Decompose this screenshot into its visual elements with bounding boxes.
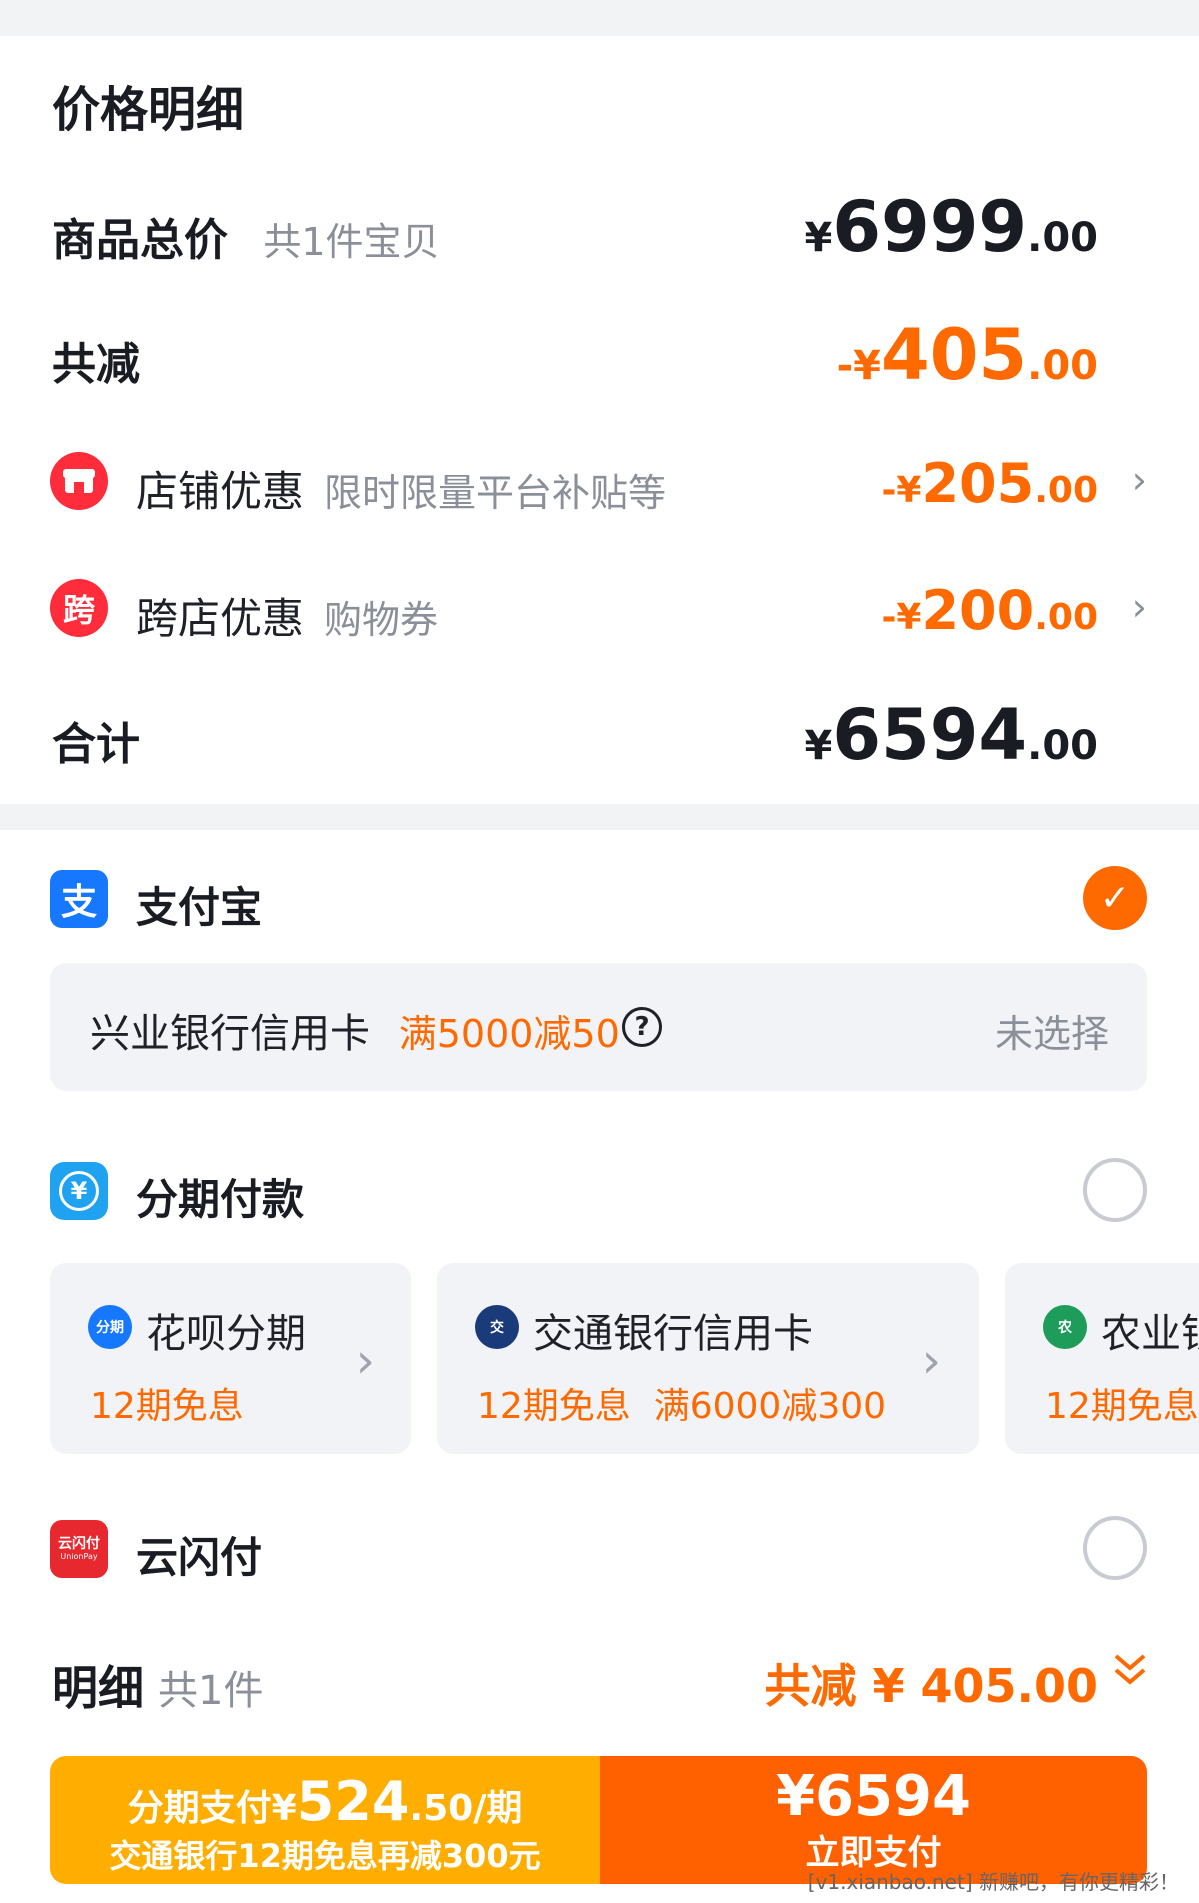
currency-symbol: ¥: [804, 215, 833, 261]
detail-toggle[interactable]: 明细 共1件: [52, 1652, 263, 1718]
unionpay-icon-text: 云闪付: [58, 1536, 100, 1552]
yen-circle-icon: ¥: [59, 1171, 99, 1211]
bank-card-selector[interactable]: 兴业银行信用卡 满5000减50 ? 未选择: [50, 963, 1147, 1091]
unionpay-icon-sub: UnionPay: [60, 1552, 98, 1561]
chevron-right-icon: ›: [1131, 458, 1147, 502]
installment-pay-amount: 分期支付¥524.50/期: [50, 1770, 600, 1833]
chevron-right-icon: ›: [1131, 585, 1147, 629]
currency-symbol: -¥: [881, 470, 922, 511]
goods-total-row: 商品总价 共1件宝贝: [52, 204, 440, 268]
store-discount-label: 店铺优惠: [136, 467, 305, 516]
cross-store-discount-label: 跨店优惠: [136, 594, 305, 643]
installment-icon: ¥: [50, 1162, 108, 1220]
installment-option[interactable]: ¥ 分期付款: [0, 1152, 1199, 1232]
unionpay-radio[interactable]: [1083, 1516, 1147, 1580]
goods-total-label: 商品总价: [52, 215, 228, 266]
cross-store-icon: 跨: [50, 579, 108, 637]
top-divider: [0, 0, 1199, 10]
cross-store-discount-sub: 购物券: [324, 598, 439, 642]
abc-icon: 农: [1043, 1305, 1087, 1349]
chevron-right-icon: ›: [921, 1333, 941, 1389]
price-integer: 405: [881, 314, 1028, 396]
bank-card-status: 未选择: [994, 1012, 1109, 1056]
goods-count: 共1件宝贝: [263, 220, 440, 264]
installment-name: 交通银行信用卡: [533, 1311, 813, 1357]
installment-sub: 12期免息: [1045, 1386, 1199, 1427]
watermark: [v1.xianbao.net] 新赚吧，有你更精彩！: [807, 1870, 1179, 1894]
detail-total-discount[interactable]: 共减 ¥ 405.00: [764, 1650, 1098, 1716]
alipay-label: 支付宝: [136, 883, 263, 932]
checkmark-icon[interactable]: ✓: [1083, 866, 1147, 930]
installment-sub: 12期免息 满6000减300: [477, 1386, 887, 1427]
installment-label: 分期付款: [136, 1175, 305, 1224]
installment-pay-int: 524: [296, 1770, 410, 1833]
unionpay-label: 云闪付: [136, 1533, 263, 1582]
subtotal-label: 合计: [52, 719, 140, 770]
installment-card-huabei[interactable]: 分期 花呗分期 12期免息 ›: [50, 1263, 411, 1454]
detail-label: 明细: [52, 1661, 144, 1715]
price-integer: 205: [921, 452, 1035, 515]
installment-name: 农业银: [1101, 1311, 1199, 1357]
store-discount-sub: 限时限量平台补贴等: [324, 471, 667, 515]
bocom-icon: 交: [475, 1305, 519, 1349]
currency-symbol: -¥: [881, 597, 922, 638]
cross-store-discount-price: -¥200.00: [881, 579, 1098, 642]
installment-radio[interactable]: [1083, 1158, 1147, 1222]
installment-card-bocom[interactable]: 交 交通银行信用卡 12期免息 满6000减300 ›: [437, 1263, 979, 1454]
currency-symbol: ¥: [804, 723, 833, 769]
total-discount-label: 共减: [52, 339, 140, 390]
chevron-right-icon: ›: [355, 1333, 375, 1389]
alipay-icon: 支: [50, 870, 108, 928]
bank-card-name: 兴业银行信用卡 满5000减50: [90, 1001, 620, 1059]
installment-sub: 12期免息: [90, 1386, 244, 1427]
help-icon[interactable]: ?: [622, 1007, 662, 1047]
price-decimal: .00: [1027, 215, 1098, 261]
installment-name: 花呗分期: [146, 1311, 306, 1357]
store-icon: [50, 452, 108, 510]
huabei-icon: 分期: [88, 1305, 132, 1349]
double-chevron-down-icon[interactable]: [1113, 1650, 1147, 1700]
pay-amount: ¥6594: [776, 1764, 971, 1829]
price-integer: 6999: [832, 186, 1028, 268]
goods-total-price: ¥6999.00: [804, 186, 1098, 268]
price-integer: 200: [921, 579, 1035, 642]
installment-pay-prefix: 分期支付¥: [127, 1788, 297, 1829]
payment-methods-card: 支 支付宝 ✓ 兴业银行信用卡 满5000减50 ? 未选择 ¥ 分期付款 分期…: [0, 830, 1199, 1903]
cross-store-discount-row[interactable]: 跨 跨店优惠 购物券 -¥200.00 ›: [0, 563, 1199, 653]
currency-symbol: -¥: [836, 343, 882, 389]
subtotal-price: ¥6594.00: [804, 694, 1098, 776]
page-title: 价格明细: [52, 82, 245, 138]
price-integer: 6594: [832, 694, 1028, 776]
bank-promo: 满5000减50: [398, 1012, 620, 1056]
installment-pay-sub: 交通银行12期免息再减300元: [109, 1837, 541, 1875]
installment-pay-dec: .50/期: [409, 1788, 523, 1829]
price-decimal: .00: [1034, 597, 1098, 638]
installment-pay-button[interactable]: 分期支付¥524.50/期 交通银行12期免息再减300元: [50, 1756, 600, 1884]
installment-card-abc[interactable]: 农 农业银 12期免息: [1005, 1263, 1199, 1454]
unionpay-icon: 云闪付 UnionPay: [50, 1520, 108, 1578]
alipay-option[interactable]: 支 支付宝 ✓: [0, 860, 1199, 940]
total-discount-price: -¥405.00: [837, 314, 1098, 396]
price-decimal: .00: [1027, 723, 1098, 769]
store-discount-price: -¥205.00: [881, 452, 1098, 515]
detail-count: 共1件: [158, 1668, 264, 1714]
pay-now-button[interactable]: ¥6594 立即支付: [600, 1756, 1147, 1884]
store-discount-row[interactable]: 店铺优惠 限时限量平台补贴等 -¥205.00 ›: [0, 436, 1199, 526]
unionpay-option[interactable]: 云闪付 UnionPay 云闪付: [0, 1510, 1199, 1590]
price-decimal: .00: [1027, 343, 1098, 389]
price-decimal: .00: [1034, 470, 1098, 511]
price-details-card: 价格明细 商品总价 共1件宝贝 ¥6999.00 共减 -¥405.00 店铺优…: [0, 36, 1199, 804]
bank-name-text: 兴业银行信用卡: [90, 1011, 370, 1057]
